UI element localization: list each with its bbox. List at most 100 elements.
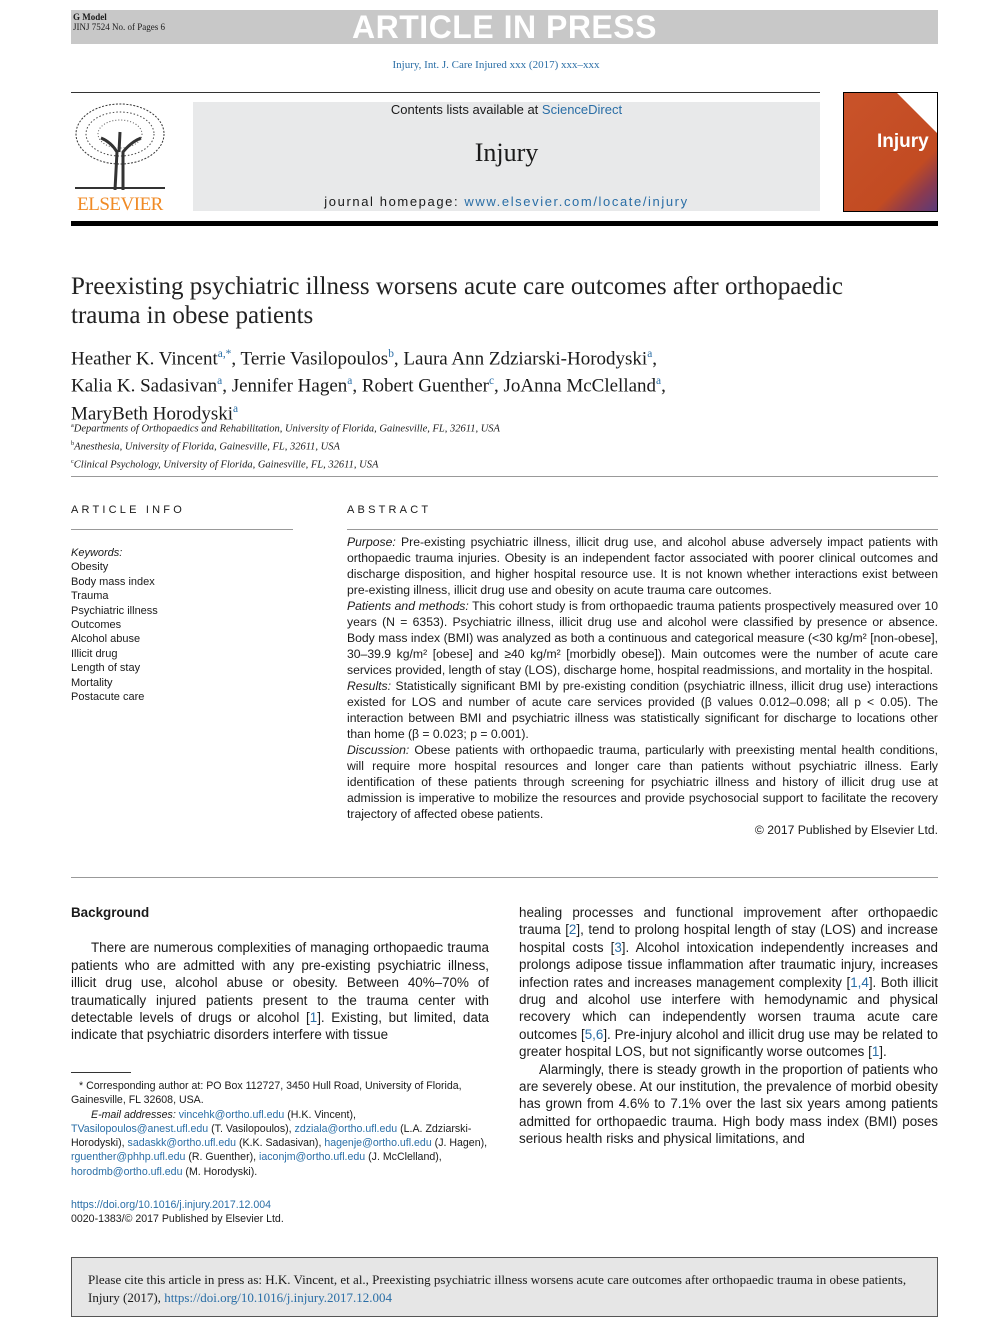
divider-thick: [71, 221, 938, 226]
homepage-link[interactable]: www.elsevier.com/locate/injury: [464, 194, 688, 209]
author-affiliation-mark[interactable]: a: [656, 375, 661, 387]
author-affiliation-mark[interactable]: a: [647, 348, 652, 360]
journal-name: Injury: [474, 138, 539, 167]
banner-text: ARTICLE IN PRESS: [352, 9, 657, 45]
author-name[interactable]: Terrie Vasilopoulos: [241, 348, 389, 369]
keyword[interactable]: Obesity: [71, 560, 158, 574]
text-run: (R. Guenther),: [185, 1151, 260, 1164]
author-list: Heather K. Vincenta,*, Terrie Vasilopoul…: [71, 348, 666, 424]
author-affiliation-mark[interactable]: a,*: [218, 348, 232, 360]
link[interactable]: zdziala@ortho.ufl.edu: [295, 1123, 398, 1135]
keyword[interactable]: Body mass index: [71, 575, 158, 589]
link[interactable]: sadaskk@ortho.ufl.edu: [128, 1137, 237, 1149]
author-affiliation-mark[interactable]: a: [233, 403, 238, 415]
link[interactable]: hagenje@ortho.ufl.edu: [324, 1137, 431, 1149]
author-affiliation-mark[interactable]: c: [489, 375, 494, 387]
abstract-section-text: Obese patients with orthopaedic trauma, …: [347, 743, 938, 821]
keywords: Keywords: Obesity Body mass index Trauma Psy…: [71, 547, 158, 704]
divider: [71, 92, 820, 93]
abstract-section-label: Discussion:: [347, 743, 410, 757]
abstract-body: Purpose: Pre-existing psychiatric illnes…: [347, 534, 938, 838]
abstract-section-label: Patients and methods:: [347, 599, 469, 613]
text-run: * Corresponding author at: PO Box 112727…: [71, 1080, 462, 1107]
link[interactable]: 3: [614, 940, 621, 955]
divider: [347, 529, 938, 530]
author-name[interactable]: Jennifer Hagen: [232, 376, 348, 397]
footnotes: * Corresponding author at: PO Box 112727…: [71, 1079, 491, 1179]
abstract-section: Discussion: Obese patients with orthopae…: [347, 742, 938, 822]
divider: [71, 877, 938, 878]
article-in-press-banner: G Model JINJ 7524 No. of Pages 6 ARTICLE …: [71, 10, 938, 44]
keyword[interactable]: Length of stay: [71, 661, 158, 675]
link[interactable]: iaconjm@ortho.ufl.edu: [259, 1151, 365, 1163]
link[interactable]: vincehk@ortho.ufl.edu: [179, 1109, 285, 1121]
abstract-heading: ABSTRACT: [347, 504, 432, 516]
affiliation-text: Anesthesia, University of Florida, Gaine…: [74, 441, 340, 453]
journal-citation-link[interactable]: Injury, Int. J. Care Injured xxx (2017) …: [0, 59, 992, 71]
footnote-divider: [71, 1072, 131, 1073]
keyword[interactable]: Illicit drug: [71, 647, 158, 661]
link[interactable]: horodmb@ortho.ufl.edu: [71, 1166, 182, 1178]
keyword[interactable]: Mortality: [71, 676, 158, 690]
text-run: (J. Hagen),: [431, 1137, 488, 1150]
paragraph: There are numerous complexities of manag…: [71, 939, 489, 1043]
text-run: (H.K. Vincent),: [284, 1108, 356, 1121]
abstract-section-text: Statistically significant BMI by pre-exi…: [347, 679, 938, 741]
author-affiliation-mark[interactable]: a: [347, 375, 352, 387]
author-name[interactable]: Robert Guenther: [362, 376, 489, 397]
link[interactable]: 1,4: [850, 975, 869, 990]
doi-link[interactable]: https://doi.org/10.1016/j.injury.2017.12…: [71, 1198, 284, 1212]
affiliations: aDepartments of Orthopaedics and Rehabil…: [71, 419, 771, 473]
abstract-section-text: Pre-existing psychiatric illness, illici…: [347, 535, 938, 597]
sciencedirect-link[interactable]: ScienceDirect: [542, 102, 622, 117]
divider: [71, 529, 293, 530]
author-name[interactable]: Heather K. Vincent: [71, 348, 218, 369]
author-name[interactable]: Kalia K. Sadasivan: [71, 376, 217, 397]
keyword[interactable]: Outcomes: [71, 618, 158, 632]
journal-homepage: journal homepage: www.elsevier.com/locat…: [324, 194, 689, 209]
affiliation: aDepartments of Orthopaedics and Rehabil…: [71, 419, 771, 437]
keyword[interactable]: Trauma: [71, 589, 158, 603]
link[interactable]: rguenther@phhp.ufl.edu: [71, 1151, 185, 1163]
author-name[interactable]: JoAnna McClelland: [504, 376, 657, 397]
cite-this-article-box: Please cite this article in press as: H.…: [71, 1257, 938, 1317]
elsevier-tree-logo: [75, 103, 165, 190]
keyword[interactable]: Postacute care: [71, 690, 158, 704]
affiliation: bAnesthesia, University of Florida, Gain…: [71, 437, 771, 455]
section-heading-background: Background: [71, 905, 150, 920]
contents-line: Contents lists available at ScienceDirec…: [390, 102, 623, 117]
paragraph: healing processes and functional improve…: [519, 904, 938, 1061]
keyword[interactable]: Alcohol abuse: [71, 632, 158, 646]
text-run: (K.K. Sadasivan),: [236, 1137, 325, 1150]
affiliation-text: Clinical Psychology, University of Flori…: [73, 459, 379, 471]
text-run: (J. McClelland),: [365, 1151, 442, 1164]
issn: 0020-1383/© 2017 Published by Elsevier L…: [71, 1213, 284, 1226]
journal-masthead: Contents lists available at ScienceDirec…: [193, 102, 820, 211]
author-name[interactable]: Laura Ann Zdziarski-Horodyski: [403, 348, 647, 369]
affiliation: cClinical Psychology, University of Flor…: [71, 455, 771, 473]
abstract-section-label: Results:: [347, 679, 392, 693]
doi-block: https://doi.org/10.1016/j.injury.2017.12…: [71, 1198, 284, 1227]
journal-cover-image: Injury: [843, 92, 938, 212]
text-run: (M. Horodyski).: [182, 1165, 258, 1178]
author-affiliation-mark[interactable]: b: [388, 348, 394, 360]
keyword[interactable]: Psychiatric illness: [71, 604, 158, 618]
abstract-section: Results: Statistically significant BMI b…: [347, 678, 938, 742]
abstract-section: Purpose: Pre-existing psychiatric illnes…: [347, 534, 938, 598]
paragraph: Alarmingly, there is steady growth in th…: [519, 1061, 938, 1148]
affiliation-text: Departments of Orthopaedics and Rehabili…: [73, 423, 500, 435]
divider: [71, 476, 938, 477]
text-run: (T. Vasilopoulos),: [208, 1122, 295, 1135]
text-run: ].: [879, 1044, 887, 1060]
link[interactable]: TVasilopoulos@anest.ufl.edu: [71, 1123, 208, 1135]
text-run: E-mail addresses:: [91, 1108, 179, 1121]
text-run: Alarmingly, there is steady growth in th…: [519, 1061, 938, 1147]
article-title: Preexisting psychiatric illness worsens …: [71, 273, 843, 329]
link[interactable]: https://doi.org/10.1016/j.injury.2017.12…: [164, 1290, 392, 1305]
abstract-section: Patients and methods: This cohort study …: [347, 598, 938, 678]
abstract-section-label: Purpose:: [347, 535, 396, 549]
elsevier-logo-text: ELSEVIER: [77, 194, 163, 215]
link[interactable]: 5,6: [585, 1027, 604, 1042]
body-column-left: Background There are numerous complexitie…: [71, 904, 489, 1044]
author-affiliation-mark[interactable]: a: [217, 375, 222, 387]
